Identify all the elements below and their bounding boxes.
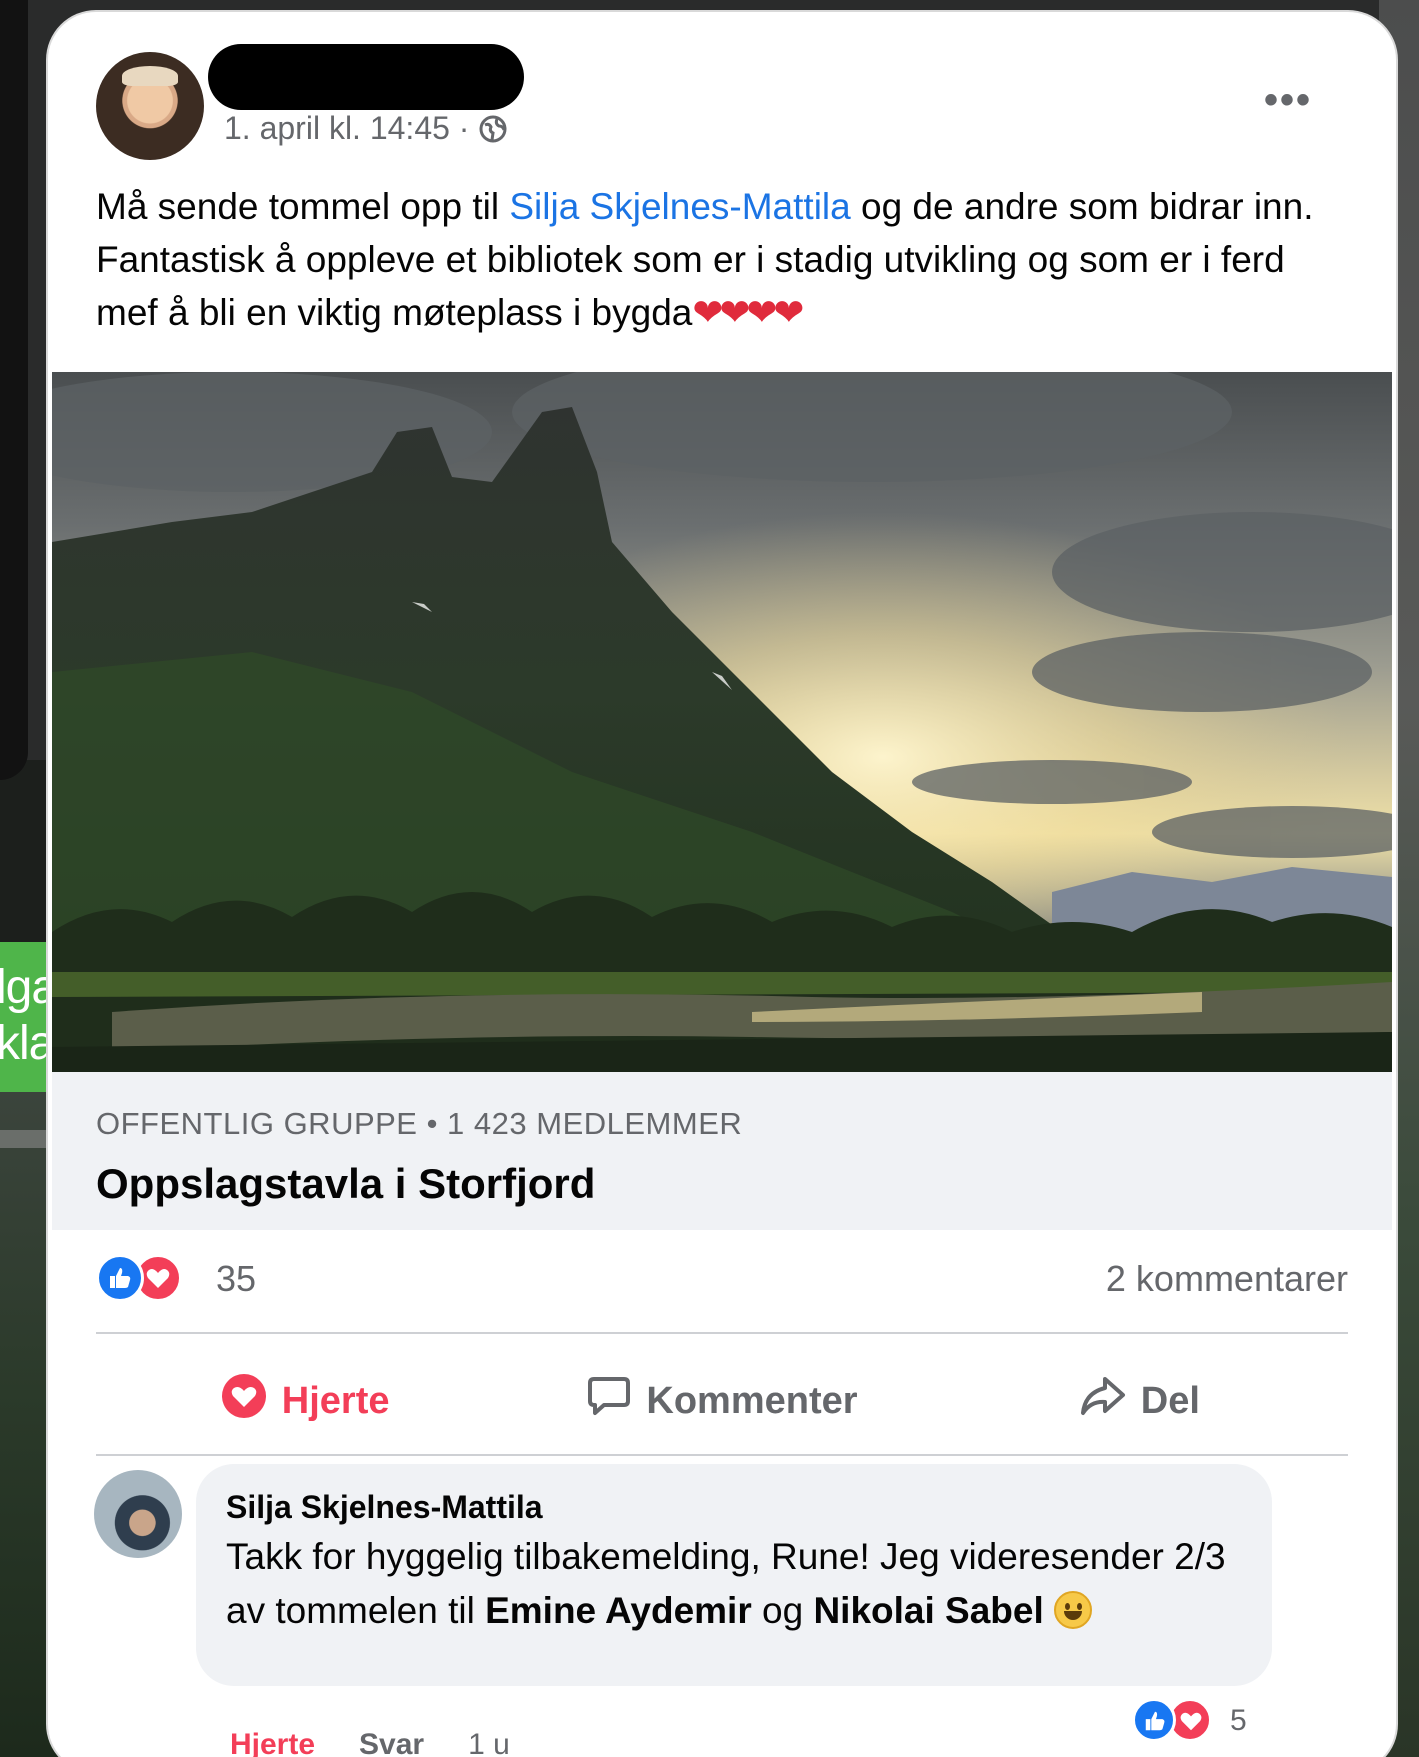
comment-reaction-count: 5 [1230, 1704, 1247, 1737]
share-button[interactable]: Del [931, 1348, 1348, 1454]
heart-icon [220, 1372, 268, 1430]
background-road [0, 1130, 48, 1148]
reaction-summary: 35 2 kommentarer [96, 1248, 1348, 1318]
comment-reply-link[interactable]: Svar [359, 1728, 424, 1757]
group-name[interactable]: Oppslagstavla i Storfjord [96, 1160, 595, 1208]
comment-actions: Hjerte Svar 1 u [230, 1728, 510, 1757]
post-text-start: Må sende tommel opp til [96, 186, 510, 227]
share-label: Del [1140, 1379, 1200, 1422]
background-phone-edge [0, 0, 28, 780]
comment-reactions[interactable]: 5 [1132, 1694, 1272, 1746]
redacted-author-name [208, 44, 524, 110]
share-icon [1079, 1373, 1127, 1429]
like-reaction-icon [96, 1254, 144, 1302]
post-card: 1. april kl. 14:45 · ••• Må sende tommel… [48, 12, 1396, 1757]
mention-link[interactable]: Silja Skjelnes-Mattila [509, 186, 850, 227]
divider [96, 1332, 1348, 1334]
comment-time[interactable]: 1 u [468, 1728, 510, 1757]
post-photo[interactable] [52, 372, 1392, 1072]
smile-emoji-icon [1054, 1591, 1093, 1629]
more-options-icon[interactable]: ••• [1264, 80, 1312, 120]
comment-label: Kommenter [646, 1379, 858, 1422]
comment-icon [586, 1373, 632, 1429]
reaction-icons[interactable] [96, 1254, 196, 1306]
comment-author[interactable]: Silja Skjelnes-Mattila [226, 1486, 1242, 1528]
tagged-name-1[interactable]: Emine Aydemir [485, 1590, 752, 1631]
heart-button[interactable]: Hjerte [96, 1348, 513, 1454]
background-text-line-2: kla [0, 1017, 48, 1070]
heart-label: Hjerte [281, 1379, 390, 1422]
comment-heart-link[interactable]: Hjerte [230, 1728, 315, 1757]
background-text-line-1: lga [0, 961, 48, 1014]
comment-bubble: Silja Skjelnes-Mattila Takk for hyggelig… [196, 1464, 1272, 1686]
mountain-photo-illustration [52, 372, 1392, 1072]
commenter-avatar[interactable] [94, 1470, 182, 1558]
reaction-count[interactable]: 35 [216, 1258, 256, 1300]
like-reaction-icon [1132, 1698, 1176, 1742]
comment-button[interactable]: Kommenter [513, 1348, 930, 1454]
author-avatar[interactable] [96, 52, 204, 160]
comment-count[interactable]: 2 kommentarer [1106, 1258, 1348, 1300]
comment-text-and: og [751, 1590, 814, 1631]
tagged-name-2[interactable]: Nikolai Sabel [813, 1590, 1043, 1631]
action-bar: Hjerte Kommenter Del [96, 1348, 1348, 1454]
post-meta: 1. april kl. 14:45 · [224, 110, 509, 147]
post-timestamp[interactable]: 1. april kl. 14:45 · [224, 110, 469, 147]
divider [96, 1454, 1348, 1456]
globe-icon [477, 113, 509, 145]
group-subtitle: OFFENTLIG GRUPPE • 1 423 MEDLEMMER [96, 1106, 743, 1141]
comment-text: Takk for hyggelig tilbakemelding, Rune! … [226, 1530, 1226, 1638]
heart-emojis: ❤❤❤❤ [692, 292, 804, 333]
post-body: Må sende tommel opp til Silja Skjelnes-M… [96, 180, 1346, 339]
group-attachment[interactable]: OFFENTLIG GRUPPE • 1 423 MEDLEMMER Oppsl… [52, 1072, 1392, 1230]
background-green-banner: lga kla [0, 942, 48, 1092]
